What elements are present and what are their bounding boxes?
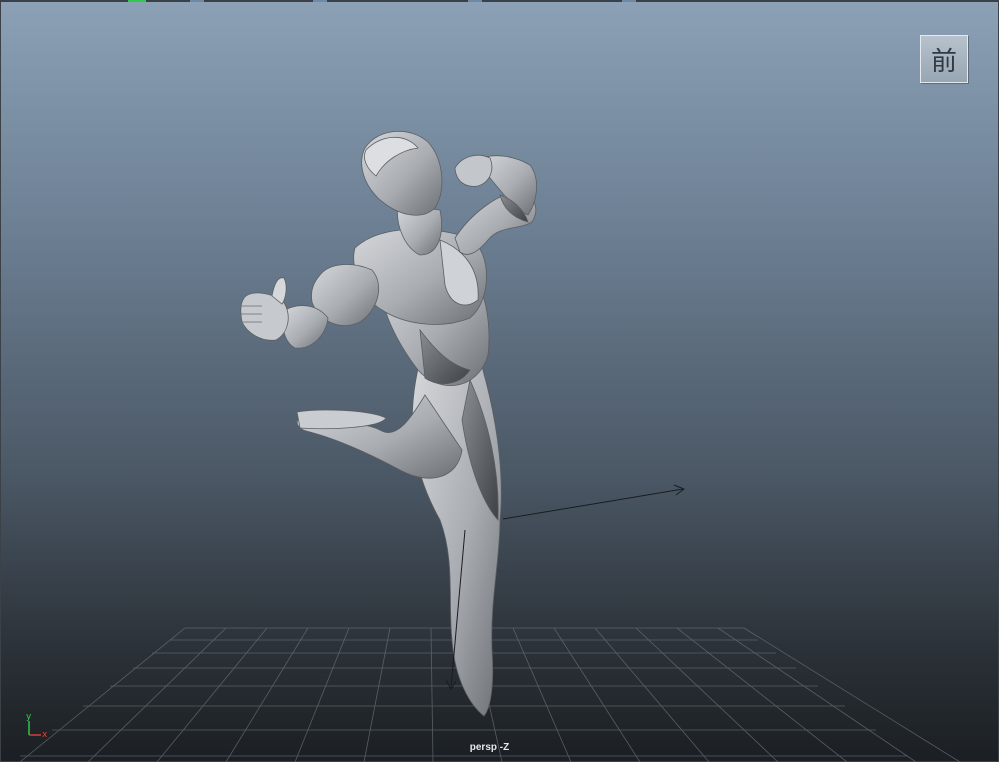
scene-canvas[interactable]: y x: [0, 0, 999, 762]
camera-label: persp -Z: [469, 742, 510, 753]
view-cube-label: 前: [930, 46, 957, 77]
view-cube-icon[interactable]: 前: [920, 35, 968, 83]
axis-y-label: y: [26, 712, 32, 722]
axis-gizmo-icon: y x: [26, 712, 48, 740]
axis-x-label: x: [42, 730, 48, 740]
3d-viewport[interactable]: y x 前 persp -Z: [0, 0, 999, 762]
